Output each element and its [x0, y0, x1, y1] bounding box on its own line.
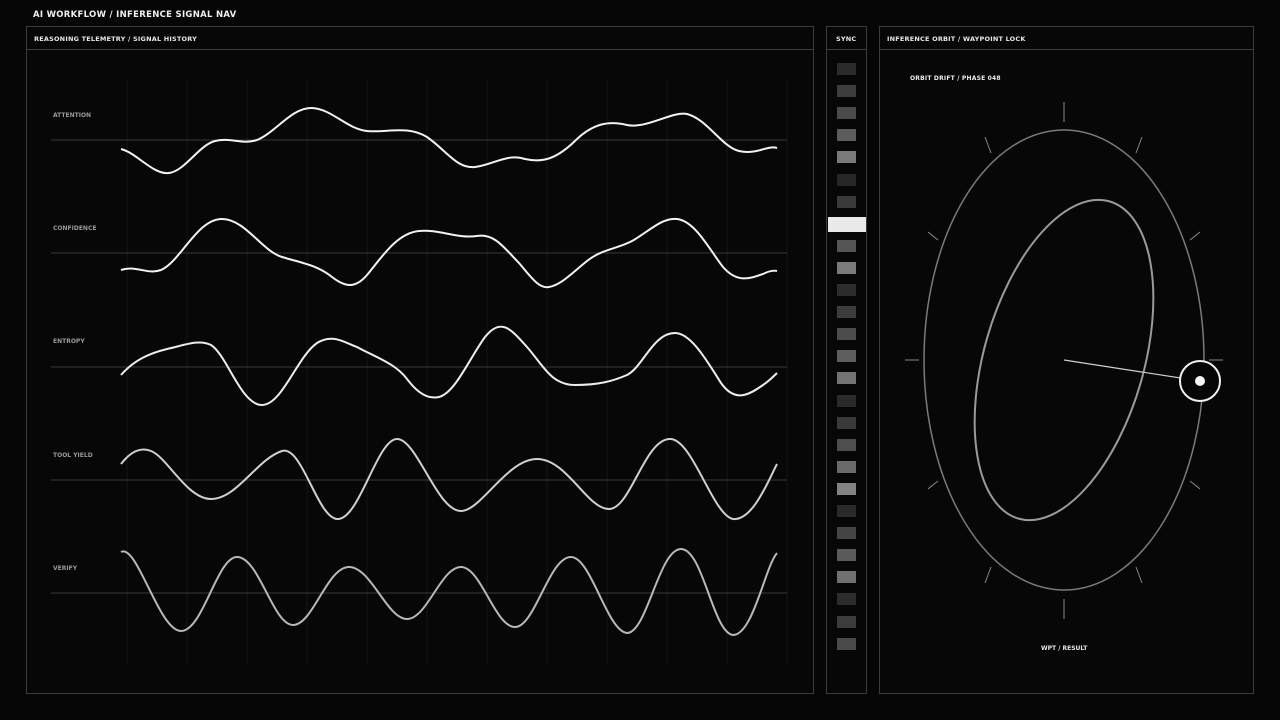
signal-label-tool-yield: TOOL YIELD	[53, 452, 93, 459]
tick-mark	[984, 566, 992, 584]
sync-cell[interactable]	[837, 350, 856, 363]
tick-mark	[1189, 480, 1201, 490]
signal-row-attention: ATTENTION	[51, 106, 787, 175]
sync-cell[interactable]	[837, 328, 856, 341]
sync-cell[interactable]	[837, 107, 856, 120]
orbit-diagram	[905, 102, 1223, 619]
tick-mark	[1189, 231, 1201, 241]
signal-history-plot: ATTENTION CONFIDENCE ENTROPY TOOL YIELD	[51, 79, 788, 663]
tick-mark	[984, 136, 992, 154]
sync-cell[interactable]	[837, 438, 856, 451]
signal-wave-tool-yield	[120, 437, 778, 521]
sync-cell[interactable]	[837, 460, 856, 473]
sync-panel-header: SYNC	[827, 27, 866, 50]
app-title: AI WORKFLOW / INFERENCE SIGNAL NAV	[33, 10, 237, 20]
tick-mark	[1135, 566, 1143, 584]
sync-cell[interactable]	[837, 151, 856, 164]
orbit-panel: INFERENCE ORBIT / WAYPOINT LOCK ORBIT DR…	[879, 26, 1254, 694]
sync-cell[interactable]	[837, 284, 856, 296]
sync-cell[interactable]	[837, 549, 856, 562]
sync-panel-title: SYNC	[836, 35, 857, 43]
sync-cell[interactable]	[837, 173, 856, 186]
signal-label-attention: ATTENTION	[53, 112, 91, 119]
signal-row-confidence: CONFIDENCE	[51, 217, 787, 289]
sync-cell[interactable]	[837, 195, 856, 208]
tick-mark	[927, 480, 939, 490]
sync-cell[interactable]	[837, 615, 856, 628]
waypoint-dot	[1195, 376, 1205, 386]
signal-row-entropy: ENTROPY	[51, 325, 787, 407]
sync-cell[interactable]	[837, 593, 856, 606]
telemetry-panel: REASONING TELEMETRY / SIGNAL HISTORY ATT…	[26, 26, 814, 694]
signal-label-entropy: ENTROPY	[53, 338, 85, 345]
wpt-result-label: WPT / RESULT	[1041, 645, 1088, 652]
sync-cell[interactable]	[837, 416, 856, 429]
signal-wave-verify	[120, 547, 778, 637]
sync-cell[interactable]	[837, 527, 856, 540]
sync-cell[interactable]	[837, 571, 856, 584]
sync-cell[interactable]	[837, 63, 856, 75]
sync-cell[interactable]	[837, 637, 856, 650]
sync-cell[interactable]	[837, 85, 856, 98]
tick-mark	[927, 231, 939, 241]
signal-label-confidence: CONFIDENCE	[53, 225, 96, 232]
sync-cell[interactable]	[837, 394, 856, 407]
signal-row-tool-yield: TOOL YIELD	[51, 437, 787, 521]
signal-row-verify: VERIFY	[51, 547, 787, 637]
signal-wave-attention	[120, 106, 778, 175]
sync-cell[interactable]	[837, 482, 856, 495]
sync-cell[interactable]	[837, 129, 856, 142]
tick-mark	[1135, 136, 1143, 154]
sync-cell-active[interactable]	[828, 216, 866, 232]
signal-label-verify: VERIFY	[53, 565, 78, 572]
sync-cell[interactable]	[837, 306, 856, 319]
signal-wave-entropy	[120, 325, 778, 407]
sync-panel: SYNC	[826, 26, 867, 694]
sync-cell[interactable]	[837, 261, 856, 274]
sync-cell[interactable]	[837, 239, 856, 252]
sync-cell[interactable]	[837, 372, 856, 385]
sync-cell[interactable]	[837, 505, 856, 517]
